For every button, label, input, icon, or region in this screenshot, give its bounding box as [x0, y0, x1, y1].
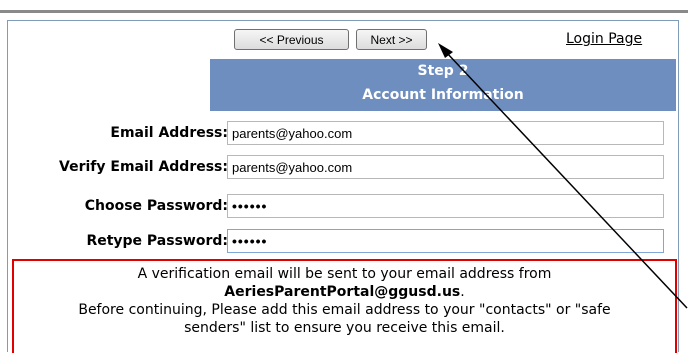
annotation-arrow [438, 43, 688, 309]
annotation-arrow-line [445, 51, 688, 309]
annotation-arrowhead [438, 43, 453, 58]
